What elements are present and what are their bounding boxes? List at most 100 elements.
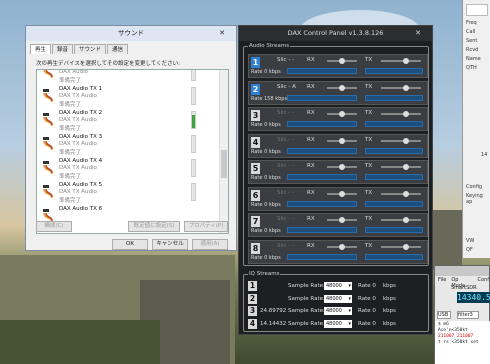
tx-gain-slider[interactable]: [381, 243, 421, 250]
iq-channel-number[interactable]: 4: [248, 318, 257, 329]
mode-select[interactable]: USB: [437, 311, 451, 319]
device-item[interactable]: DAX Audio TX 4 DAX TX Audio 準備完了: [37, 156, 221, 180]
rx-gain-slider[interactable]: [327, 190, 357, 197]
menu-op-mode[interactable]: Op Mode: [451, 277, 472, 289]
device-item[interactable]: DAX Audio 準備完了: [37, 70, 221, 84]
slider-knob[interactable]: [339, 84, 345, 91]
slider-knob[interactable]: [339, 111, 345, 117]
sample-rate-select[interactable]: 48000: [324, 307, 352, 315]
tab-communications[interactable]: 通信: [107, 44, 129, 54]
slice-label: Slic - -: [277, 216, 295, 222]
tx-gain-slider[interactable]: [381, 58, 421, 64]
slider-knob[interactable]: [339, 58, 345, 64]
tab-recording[interactable]: 録音: [52, 44, 74, 54]
channel-number[interactable]: 4: [251, 136, 260, 148]
slider-knob[interactable]: [403, 217, 409, 223]
tx-gain-slider[interactable]: [381, 111, 421, 117]
filter-select[interactable]: filter3: [457, 311, 479, 319]
slider-knob[interactable]: [339, 243, 345, 250]
castle-wall: [430, 210, 462, 270]
iq-frequency: 14.14432: [260, 320, 287, 327]
menu-file[interactable]: File: [438, 277, 446, 285]
sound-close-button[interactable]: ✕: [211, 28, 233, 39]
config-tab[interactable]: Config: [466, 184, 482, 190]
apply-button[interactable]: 適用(A): [192, 239, 228, 250]
slider-knob[interactable]: [339, 164, 345, 170]
device-item[interactable]: DAX Audio TX 3 DAX TX Audio 準備完了: [37, 132, 221, 156]
iq-channel-number[interactable]: 3: [248, 306, 257, 316]
configure-button[interactable]: 構成(C): [36, 221, 72, 232]
set-default-button[interactable]: 既定値に設定(S): [128, 221, 180, 232]
tx-label: TX: [365, 57, 373, 63]
rx-gain-slider[interactable]: [327, 137, 357, 144]
sample-rate-select[interactable]: 48000: [324, 294, 352, 303]
channel-number[interactable]: 3: [251, 110, 260, 121]
rx-gain-slider[interactable]: [327, 217, 357, 223]
channel-number[interactable]: 1: [251, 57, 260, 68]
device-item[interactable]: DAX Audio TX 2 DAX TX Audio 準備完了: [37, 108, 221, 132]
sdr-menu: File Op Mode Conf: [435, 277, 489, 289]
channel-number[interactable]: 7: [251, 216, 260, 227]
tx-gain-slider[interactable]: [381, 217, 421, 223]
channel-number[interactable]: 2: [251, 83, 260, 95]
tx-level-meter: [365, 68, 423, 74]
sdr-title-bar: [435, 266, 489, 276]
ok-button[interactable]: OK: [112, 239, 148, 250]
logger-field[interactable]: [466, 4, 488, 16]
slider-knob[interactable]: [403, 243, 409, 250]
device-list[interactable]: DAX Audio 準備完了 DAX Audio TX 1 DAX TX Aud…: [36, 69, 229, 234]
device-status: 準備完了: [59, 126, 82, 132]
rx-label: RX: [307, 163, 315, 169]
rx-label: RX: [307, 242, 315, 249]
slice-label: Slic - -: [277, 57, 295, 63]
menu-conf[interactable]: Conf: [478, 277, 489, 285]
rx-gain-slider[interactable]: [327, 243, 357, 250]
slider-knob[interactable]: [403, 137, 409, 144]
sample-rate-label: Sample Rate:: [288, 308, 325, 314]
dax-close-button[interactable]: ✕: [407, 28, 429, 39]
tab-sounds[interactable]: サウンド: [74, 44, 107, 54]
device-status: 準備完了: [59, 102, 82, 108]
rx-gain-slider[interactable]: [327, 84, 357, 91]
rx-gain-slider[interactable]: [327, 164, 357, 170]
slider-knob[interactable]: [339, 190, 345, 197]
scrollbar-thumb[interactable]: [221, 150, 227, 178]
rx-gain-slider[interactable]: [327, 58, 357, 64]
slider-knob[interactable]: [403, 58, 409, 64]
channel-number[interactable]: 6: [251, 189, 260, 201]
channel-number[interactable]: 5: [251, 163, 260, 174]
audio-cable-icon: [43, 185, 53, 199]
sample-rate-select[interactable]: 48000: [324, 282, 352, 290]
tab-playback[interactable]: 再生: [30, 44, 52, 54]
slider-knob[interactable]: [339, 217, 345, 223]
device-status: 準備完了: [59, 198, 82, 204]
device-item[interactable]: DAX Audio TX 1 DAX TX Audio 準備完了: [37, 84, 221, 108]
properties-button[interactable]: プロパティ(P): [184, 221, 228, 232]
cancel-button[interactable]: キャンセル: [152, 239, 188, 250]
rx-gain-slider[interactable]: [327, 111, 357, 117]
iq-rate-readout: Rate 0 kbps: [358, 295, 396, 302]
slider-knob[interactable]: [403, 111, 409, 117]
iq-rate-readout: Rate 0 kbps: [358, 320, 396, 327]
qf-label: QF: [466, 247, 473, 253]
tx-gain-slider[interactable]: [381, 164, 421, 170]
tx-level-meter: [365, 121, 423, 127]
slice-label: Slic - -: [277, 189, 295, 196]
tx-gain-slider[interactable]: [381, 190, 421, 197]
slider-knob[interactable]: [403, 190, 409, 197]
slider-knob[interactable]: [339, 137, 345, 144]
iq-channel-number[interactable]: 1: [248, 281, 257, 291]
channel-number[interactable]: 8: [251, 242, 260, 254]
tx-gain-slider[interactable]: [381, 137, 421, 144]
rx-level-meter: [287, 94, 357, 101]
audio-stream-row: 5 Slic - - RX TX Rate 0 kbps: [248, 160, 428, 184]
device-name: DAX Audio TX 2: [59, 110, 103, 116]
slider-knob[interactable]: [403, 164, 409, 170]
iq-channel-number[interactable]: 2: [248, 293, 257, 304]
device-list-scrollbar[interactable]: [219, 70, 228, 233]
slider-knob[interactable]: [403, 84, 409, 91]
device-item[interactable]: DAX Audio TX 5 DAX TX Audio 準備完了: [37, 180, 221, 204]
audio-cable-icon: [43, 161, 53, 175]
sample-rate-select[interactable]: 48000: [324, 319, 352, 328]
tx-gain-slider[interactable]: [381, 84, 421, 91]
